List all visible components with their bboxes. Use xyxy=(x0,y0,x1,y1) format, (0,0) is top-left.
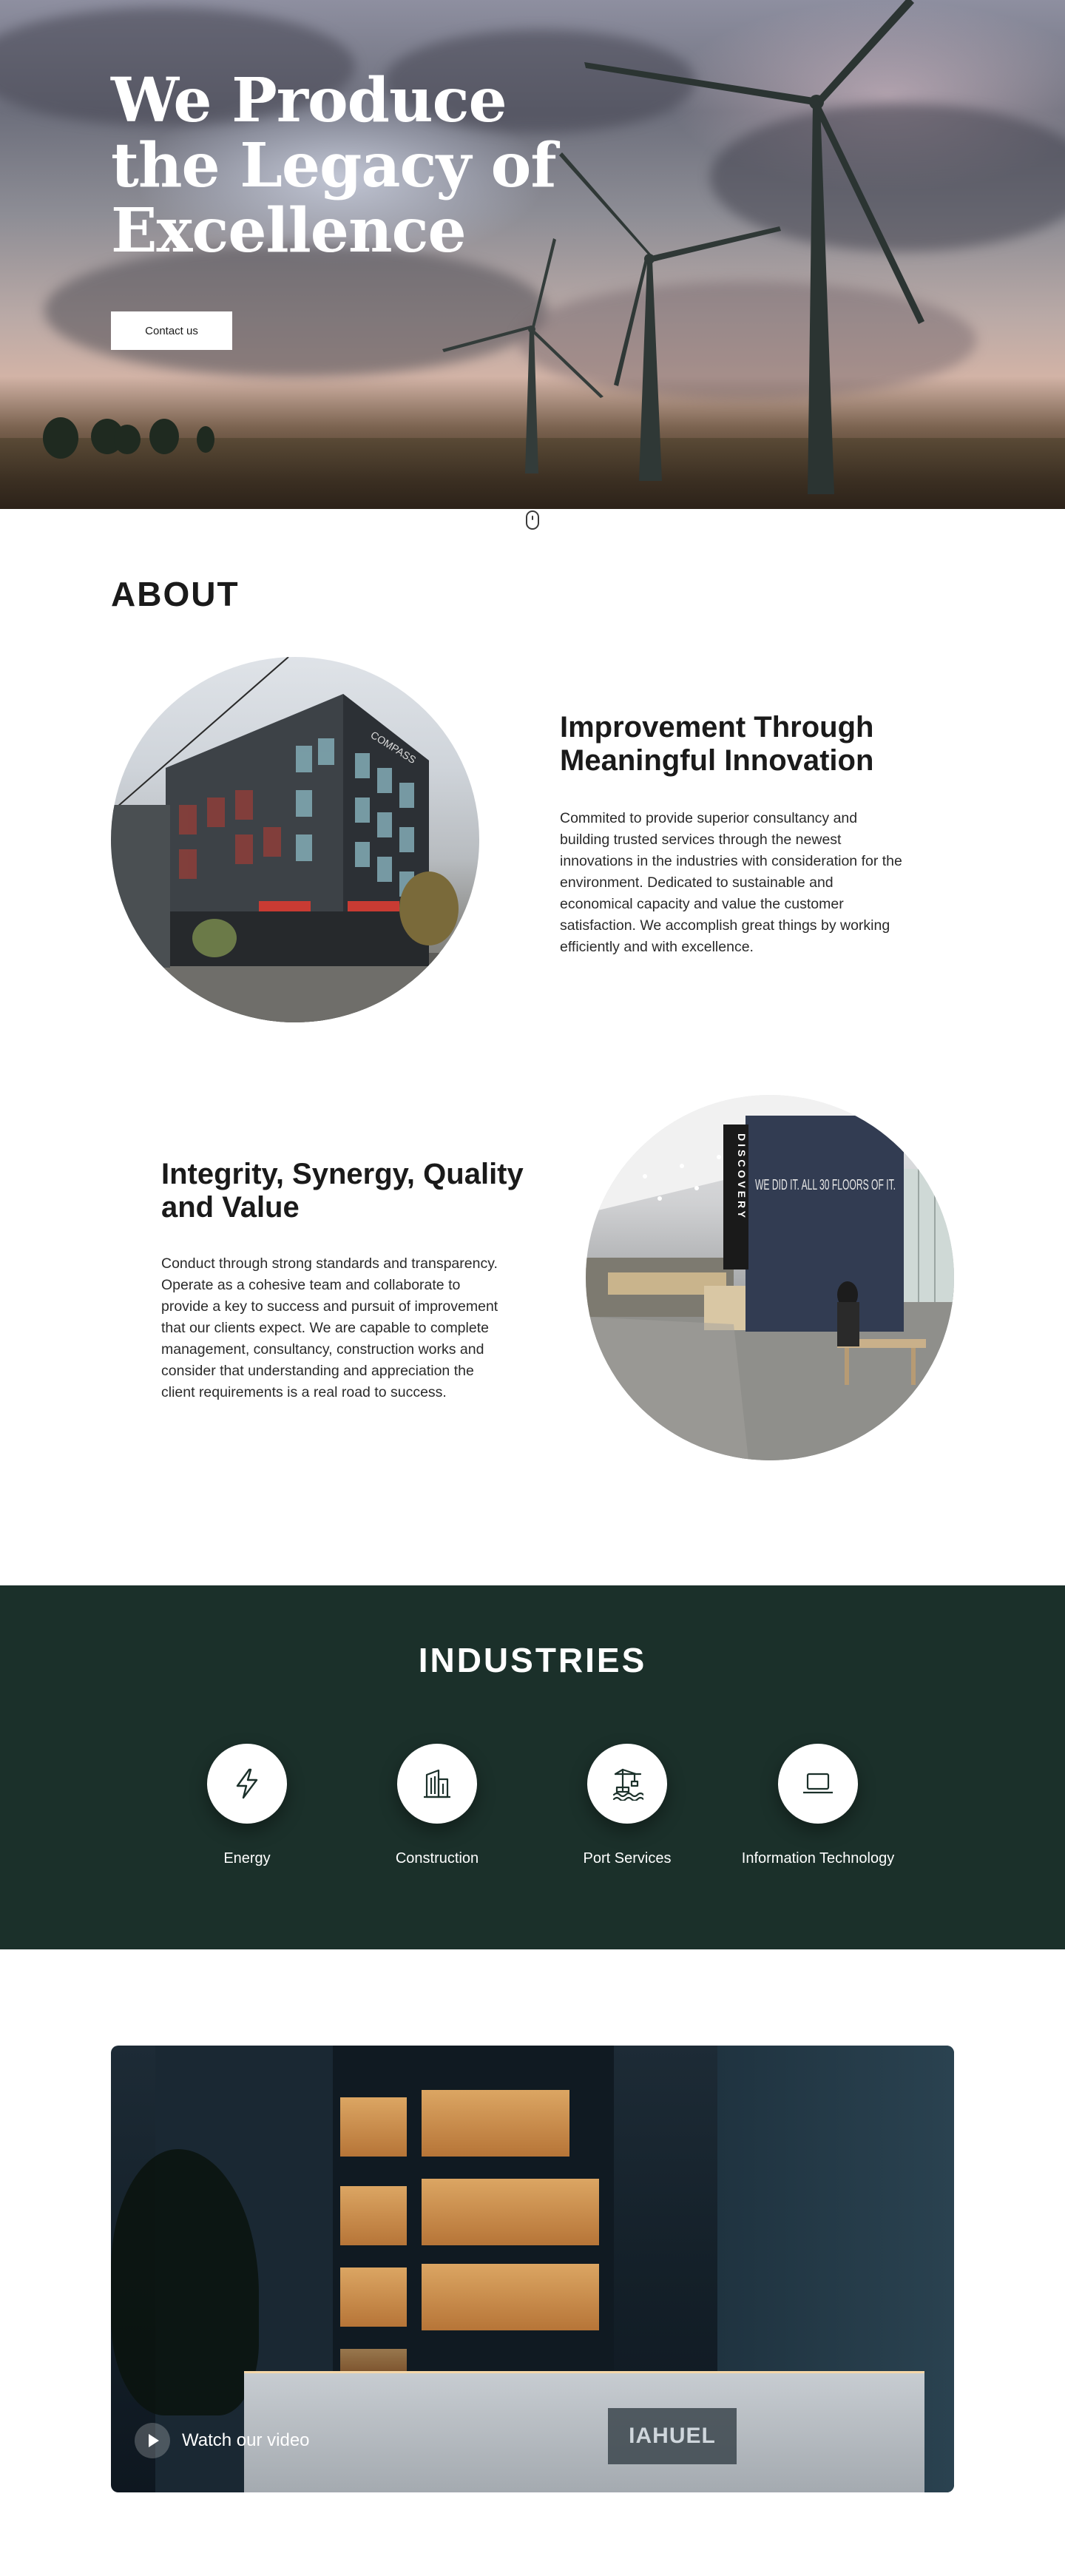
laptop-icon xyxy=(803,1773,833,1794)
play-icon[interactable] xyxy=(135,2423,170,2458)
about-office-image: DISCOVERY WE DID IT. ALL 30 FLOORS OF IT… xyxy=(586,1095,954,1460)
industry-label: Information Technology xyxy=(741,1850,895,1867)
video-window xyxy=(340,2097,407,2157)
building-icon xyxy=(424,1769,450,1798)
industry-label: Energy xyxy=(223,1850,271,1867)
building-photo-illustration: COMPASS xyxy=(111,657,479,1022)
crane-icon xyxy=(612,1768,643,1801)
industry-construction-circle[interactable] xyxy=(397,1744,477,1824)
about-building-image: COMPASS xyxy=(111,657,479,1022)
industry-energy[interactable]: Energy xyxy=(158,1744,336,1867)
hero-title: We Produce the Legacy of Excellence xyxy=(111,65,557,266)
innovation-text: Commited to provide superior consultancy… xyxy=(560,810,902,955)
industry-construction[interactable]: Construction xyxy=(348,1744,526,1867)
industry-energy-circle[interactable] xyxy=(207,1744,287,1824)
industry-port-services[interactable]: Port Services xyxy=(538,1744,716,1867)
innovation-title: Improvement Through Meaningful Innovatio… xyxy=(560,711,874,777)
contact-us-button[interactable]: Contact us xyxy=(111,311,232,350)
video-window xyxy=(422,2264,599,2330)
about-heading: ABOUT xyxy=(111,575,240,613)
video-window xyxy=(340,2186,407,2245)
integrity-title: Integrity, Synergy, Quality and Value xyxy=(161,1158,524,1224)
scroll-down-mouse-icon[interactable] xyxy=(526,510,539,530)
video-window xyxy=(422,2090,569,2157)
video-window xyxy=(340,2349,407,2371)
industry-it-circle[interactable] xyxy=(778,1744,858,1824)
office-wall-text: WE DID IT. ALL 30 FLOORS OF IT. xyxy=(755,1177,896,1193)
industry-label: Port Services xyxy=(583,1850,672,1867)
video-thumbnail[interactable]: IAHUEL Watch our video xyxy=(111,2046,954,2492)
industry-label: Construction xyxy=(395,1850,479,1867)
office-banner-text: DISCOVERY xyxy=(736,1133,748,1221)
industry-information-technology[interactable]: Information Technology xyxy=(729,1744,907,1867)
watch-video-label[interactable]: Watch our video xyxy=(182,2430,310,2451)
hero-section: We Produce the Legacy of Excellence Cont… xyxy=(0,0,1065,509)
video-building-sign: IAHUEL xyxy=(608,2408,737,2464)
office-photo-illustration: DISCOVERY WE DID IT. ALL 30 FLOORS OF IT… xyxy=(586,1095,954,1460)
video-window xyxy=(422,2179,599,2245)
integrity-text: Conduct through strong standards and tra… xyxy=(161,1255,498,1400)
industries-heading: INDUSTRIES xyxy=(418,1641,647,1679)
watch-video-control[interactable]: Watch our video xyxy=(135,2423,310,2458)
lightning-icon xyxy=(236,1768,258,1799)
video-plaza xyxy=(244,2371,924,2492)
industry-port-circle[interactable] xyxy=(587,1744,667,1824)
video-window xyxy=(340,2268,407,2327)
industries-section: INDUSTRIES Energy Construction Port Serv… xyxy=(0,1585,1065,1949)
